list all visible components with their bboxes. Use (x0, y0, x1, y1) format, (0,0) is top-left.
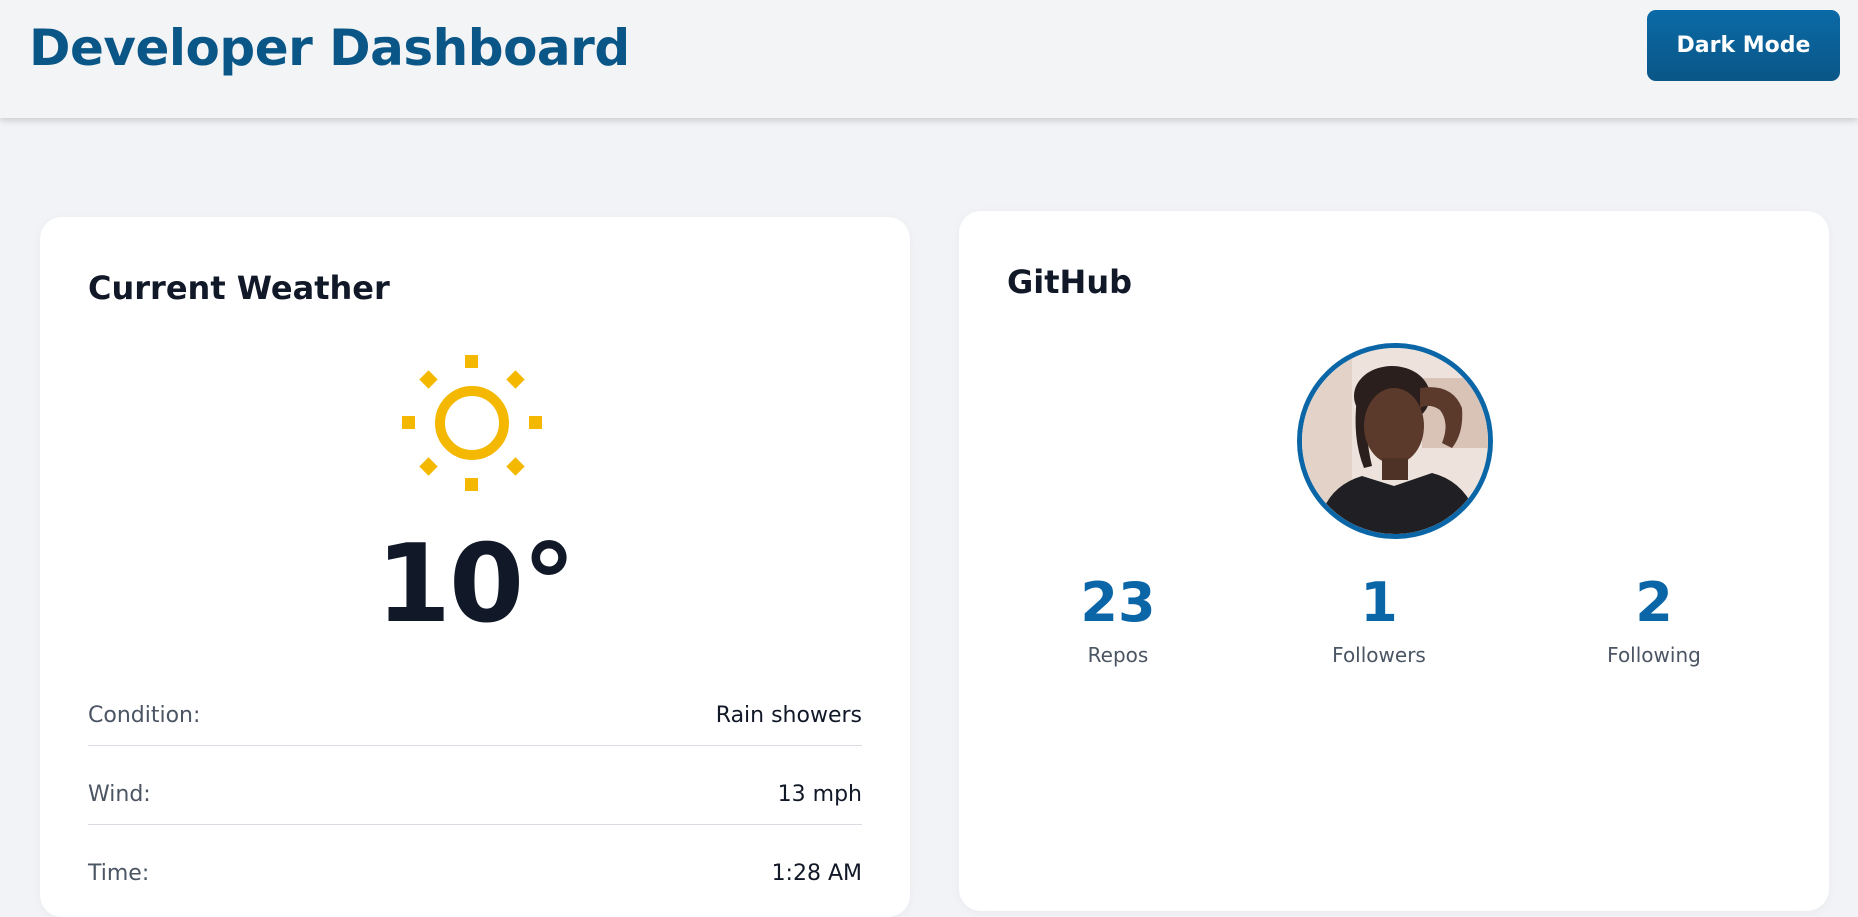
following-count: 2 (1635, 571, 1673, 634)
weather-card: Current Weather 10° Condition: Rain show… (40, 217, 910, 917)
condition-label: Condition: (88, 703, 201, 728)
stat-followers: 1 Followers (1279, 571, 1479, 667)
condition-value: Rain showers (715, 703, 862, 728)
top-header: Developer Dashboard Dark Mode (0, 0, 1858, 118)
page-title: Developer Dashboard (29, 19, 630, 77)
repos-count: 23 (1080, 571, 1156, 634)
followers-count: 1 (1360, 571, 1398, 634)
following-label: Following (1607, 643, 1701, 667)
sun-icon (402, 355, 542, 491)
github-card: GitHub 23 Repos 1 Followers 2 Following (959, 211, 1829, 911)
stat-repos: 23 Repos (1018, 571, 1218, 667)
stat-following: 2 Following (1554, 571, 1754, 667)
weather-card-title: Current Weather (88, 269, 390, 307)
weather-time-row: Time: 1:28 AM (88, 843, 862, 903)
dark-mode-button[interactable]: Dark Mode (1647, 10, 1840, 81)
weather-wind-row: Wind: 13 mph (88, 764, 862, 825)
wind-label: Wind: (88, 782, 151, 807)
weather-condition-row: Condition: Rain showers (88, 685, 862, 746)
repos-label: Repos (1087, 643, 1149, 667)
github-card-title: GitHub (1007, 263, 1132, 301)
profile-photo (1302, 348, 1488, 534)
followers-label: Followers (1332, 643, 1426, 667)
temperature-value: 10° (375, 522, 576, 647)
avatar[interactable] (1297, 343, 1493, 539)
time-value: 1:28 AM (771, 861, 862, 886)
time-label: Time: (88, 861, 150, 886)
wind-value: 13 mph (777, 782, 862, 807)
